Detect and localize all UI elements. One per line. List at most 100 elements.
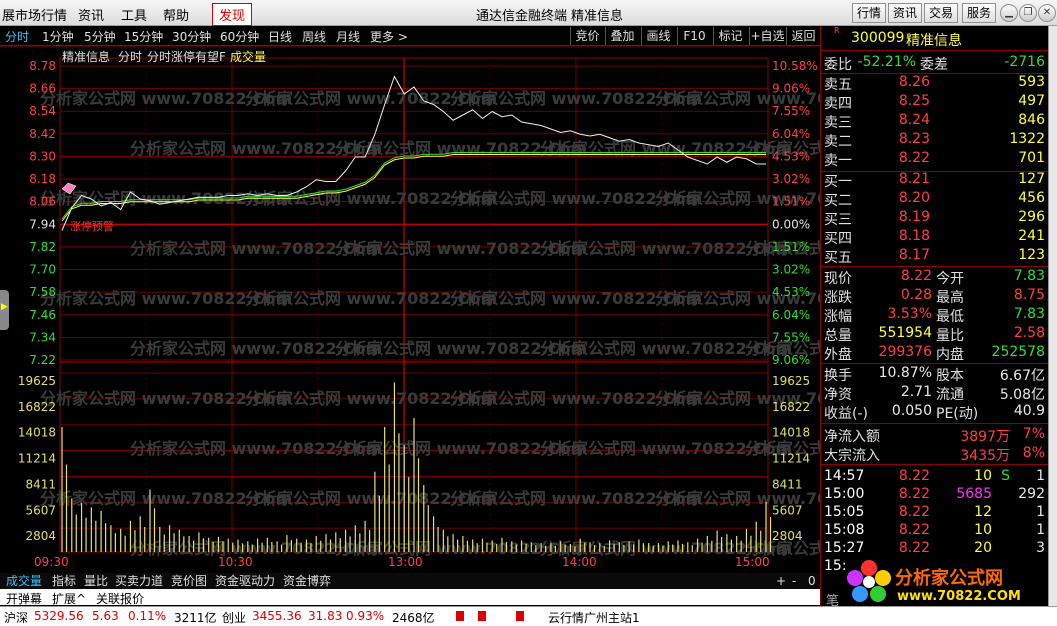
flow-value: 3897万 — [960, 429, 1010, 445]
news-button[interactable]: 资讯 — [888, 3, 922, 23]
percent-tick-label: 4.53% — [772, 285, 810, 299]
fund-value-2: 6.67亿 — [999, 368, 1045, 384]
close-icon[interactable]: ✕ — [1038, 4, 1056, 22]
tab-indicator[interactable]: 指标 — [50, 573, 78, 589]
cy-amount: 2468亿 — [392, 611, 435, 625]
tab-intraday[interactable]: 分时 — [5, 28, 29, 45]
tick-time: 14:57 — [824, 468, 865, 484]
percent-tick-label: 4.53% — [772, 149, 810, 163]
service-button[interactable]: 服务 — [962, 3, 996, 23]
quote-panel: R 300099 精准信息 委比 -52.21% 委差 -2716 卖五 8.26… — [820, 26, 1049, 606]
menu-tools[interactable]: 工具 — [121, 5, 147, 24]
tab-capital-drive[interactable]: 资金驱动力 — [213, 573, 277, 589]
back-button[interactable]: 返回 — [786, 27, 820, 45]
restore-icon[interactable]: ❐ — [1019, 4, 1037, 22]
tab-buy-sell-force[interactable]: 买卖力道 — [113, 573, 165, 589]
logo-url: www.70822.COM — [897, 589, 1021, 604]
tab-volume[interactable]: 成交量 — [4, 573, 44, 589]
zoom-in-button[interactable]: + — [774, 573, 788, 589]
tick-count: 1 — [1036, 522, 1045, 538]
percent-tick-label: 6.04% — [772, 308, 810, 322]
stat-row: 现价 8.22 今开 7.83 — [824, 268, 1046, 287]
zoom-out-button[interactable]: - — [790, 573, 798, 589]
tab-5min[interactable]: 5分钟 — [84, 28, 116, 45]
percent-tick-label: 0.00% — [772, 217, 810, 231]
stat-label-2: 今开 — [936, 271, 964, 287]
stat-label: 外盘 — [824, 347, 852, 363]
menu-news[interactable]: 资讯 — [78, 5, 104, 24]
menu-market[interactable]: 展市场行情 — [2, 5, 67, 24]
related-quote-button[interactable]: 关联报价 — [96, 590, 144, 607]
tab-60min[interactable]: 60分钟 — [220, 28, 259, 45]
tick-row: 15:00 8.22 5685 292 — [824, 486, 1046, 504]
menu-help[interactable]: 帮助 — [163, 5, 189, 24]
danmaku-button[interactable]: 开弹幕 — [6, 590, 42, 607]
tick-time: 15:05 — [824, 504, 865, 520]
tab-capital-game[interactable]: 资金博弈 — [281, 573, 333, 589]
average-price-line-green — [61, 152, 766, 220]
fund-label-2: 股本 — [936, 368, 964, 384]
price-tick-label: 7.94 — [29, 217, 56, 231]
limit-warning-label: 涨停预警 — [70, 219, 114, 233]
zoom-reset-button[interactable]: 0 — [806, 573, 818, 589]
tick-price: 8.22 — [898, 504, 930, 520]
tick-volume: 10 — [974, 522, 992, 538]
fund-value-2: 5.08亿 — [999, 387, 1045, 403]
volume-tick-label: 19625 — [772, 374, 810, 388]
price-tick-label: 8.66 — [29, 82, 56, 96]
minimize-icon[interactable]: ▁ — [1000, 4, 1018, 22]
auction-button[interactable]: 竞价 — [570, 27, 604, 45]
tick-count: 1 — [1036, 468, 1045, 484]
intraday-chart[interactable]: 分析家公式网 www.70822.Com 分析家公式网 www.70822.Com… — [0, 45, 997, 574]
draw-button[interactable]: 画线 — [641, 27, 675, 45]
tab-daily[interactable]: 日线 — [268, 28, 292, 45]
period-toolbar: 分时 1分钟 5分钟 15分钟 30分钟 60分钟 日线 周线 月线 更多 > … — [0, 26, 820, 46]
percent-tick-label: 7.55% — [772, 330, 810, 344]
percent-tick-label: 3.02% — [772, 172, 810, 186]
row-volume: 846 — [1018, 112, 1045, 128]
tab-volume-ratio[interactable]: 量比 — [82, 573, 110, 589]
row-label: 买一 — [824, 174, 852, 190]
row-label: 卖一 — [824, 153, 852, 169]
tab-monthly[interactable]: 月线 — [336, 28, 360, 45]
add-watchlist-button[interactable]: +自选 — [749, 27, 785, 45]
stat-value-2: 8.75 — [1013, 287, 1045, 303]
percent-tick-label: 1.51% — [772, 240, 810, 254]
fund-value-2: 40.9 — [1013, 403, 1045, 419]
overlay-button[interactable]: 叠加 — [605, 27, 639, 45]
quote-button[interactable]: 行情 — [852, 3, 886, 23]
tab-30min[interactable]: 30分钟 — [172, 28, 211, 45]
time-tick-label: 15:00 — [735, 555, 770, 569]
expand-button[interactable]: 扩展^ — [52, 590, 86, 607]
tick-volume: 10 — [974, 468, 992, 484]
time-tick-label: 13:00 — [388, 555, 423, 569]
scrollbar[interactable] — [1048, 26, 1057, 606]
time-tick-label: 14:00 — [562, 555, 597, 569]
stat-label-2: 内盘 — [936, 347, 964, 363]
tab-more[interactable]: 更多 > — [370, 28, 408, 45]
tick-time: 15:27 — [824, 540, 865, 556]
volume-tick-label: 2804 — [772, 529, 803, 543]
stat-value-2: 7.83 — [1013, 268, 1045, 284]
mark-button[interactable]: 标记 — [713, 27, 747, 45]
volume-tick-label: 5607 — [25, 503, 56, 517]
stat-label-2: 最低 — [936, 309, 964, 325]
tab-weekly[interactable]: 周线 — [302, 28, 326, 45]
left-panel-handle[interactable]: ▶ — [0, 290, 9, 330]
price-tick-label: 7.22 — [29, 353, 56, 367]
stat-value: 3.53% — [887, 306, 932, 322]
tick-row: 15:27 8.22 20 3 — [824, 540, 1046, 558]
percent-tick-label: 7.55% — [772, 104, 810, 118]
chart-stock-name: 精准信息 — [62, 49, 110, 64]
trade-button[interactable]: 交易 — [924, 3, 958, 23]
tab-1min[interactable]: 1分钟 — [42, 28, 74, 45]
stat-label-2: 量比 — [936, 328, 964, 344]
menu-discover[interactable]: 发现 — [212, 3, 253, 26]
tab-15min[interactable]: 15分钟 — [124, 28, 163, 45]
bar-icon-red-3 — [516, 611, 524, 621]
price-tick-label: 7.46 — [29, 308, 56, 322]
f10-button[interactable]: F10 — [677, 27, 711, 45]
price-tick-label: 8.18 — [29, 172, 56, 186]
tab-auction-chart[interactable]: 竞价图 — [169, 573, 209, 589]
row-price: 8.23 — [898, 131, 930, 147]
